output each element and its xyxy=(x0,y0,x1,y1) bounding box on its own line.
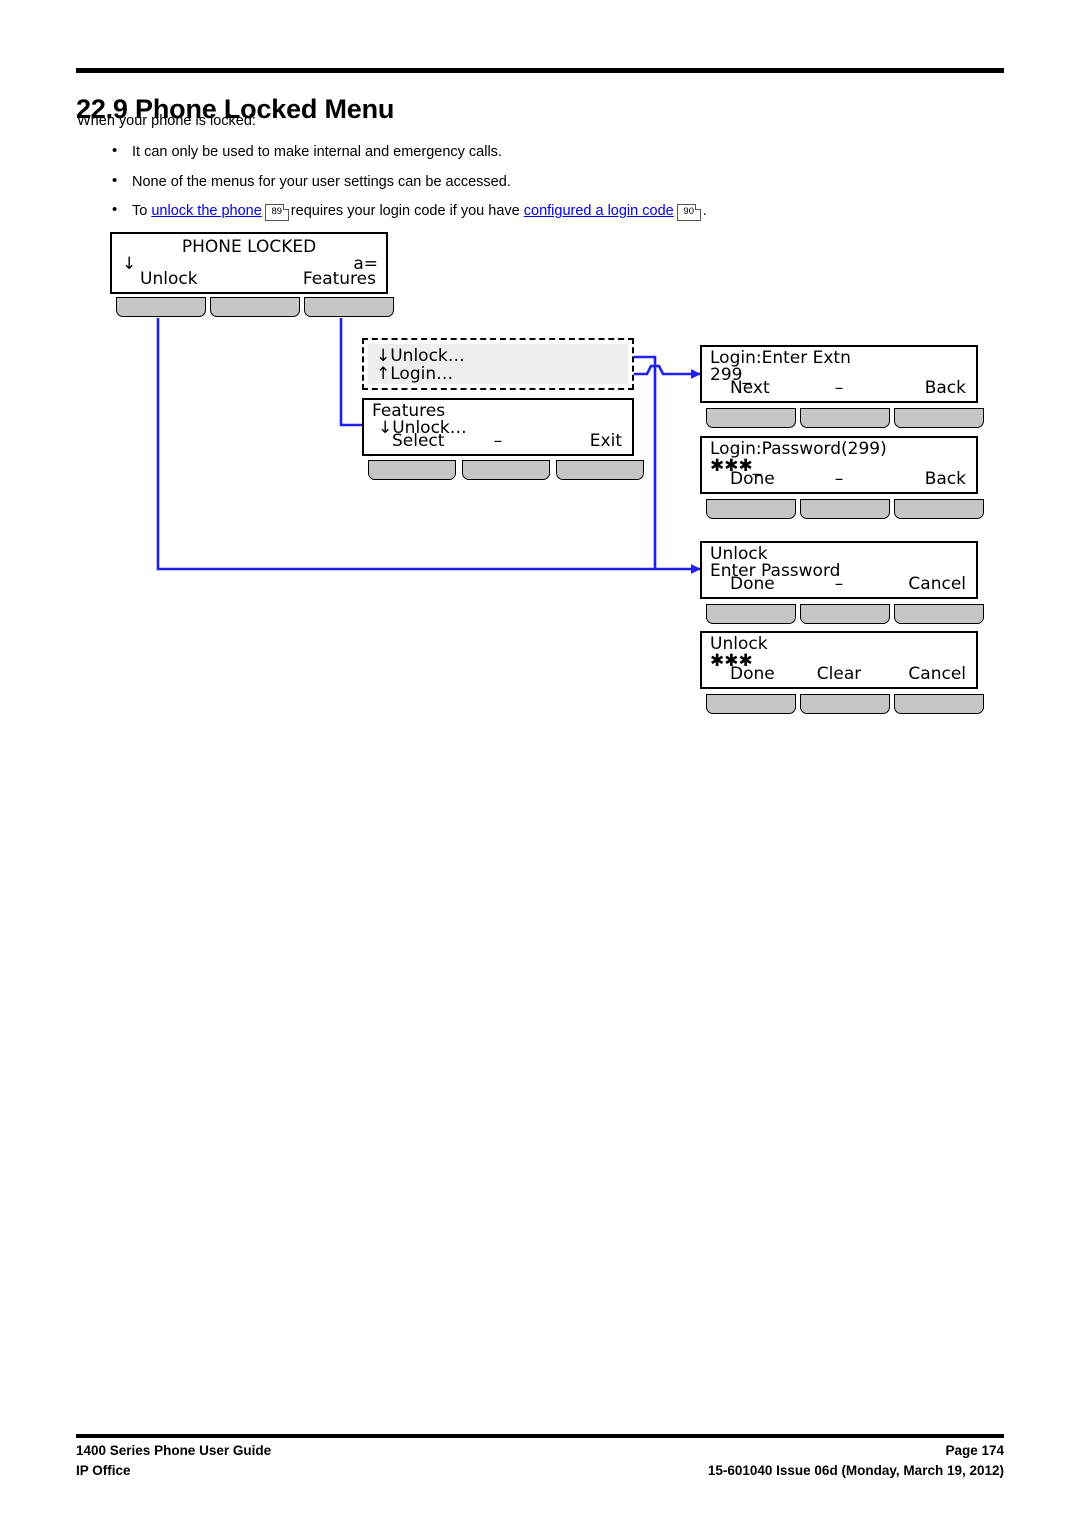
bullet-text-3-prefix: To xyxy=(132,203,152,219)
softkey-3-back[interactable] xyxy=(894,408,984,428)
softkeys-unlock-enter-password xyxy=(700,604,984,624)
lcd-title-unlock: Unlock xyxy=(710,544,768,564)
bullet-item-1: • It can only be used to make internal an… xyxy=(112,143,502,160)
lcd-screen-features-menu: Features ↓Unlock… Select – Exit xyxy=(362,398,634,456)
softkey-label-features: Features xyxy=(302,269,376,289)
footer-product-name: IP Office xyxy=(76,1463,131,1478)
lcd-screen-unlock-login-highlight: ↓Unlock… ↑Login… xyxy=(362,338,634,390)
softkey-2-clear[interactable] xyxy=(800,694,890,714)
softkey-3-cancel[interactable] xyxy=(894,604,984,624)
softkey-labels-phone-locked: Unlock Features xyxy=(112,268,386,290)
softkey-1-done[interactable] xyxy=(706,694,796,714)
lcd-title-features: Features xyxy=(372,401,446,421)
lcd-screen-unlock-password-entered: Unlock ✱✱✱ Done Clear Cancel xyxy=(700,631,978,689)
softkey-label-blank: – xyxy=(834,469,844,489)
bullet-glyph: • xyxy=(112,201,118,218)
lcd-title-login-password: Login:Password(299) xyxy=(710,439,887,459)
softkey-3-cancel[interactable] xyxy=(894,694,984,714)
softkey-label-cancel: Cancel xyxy=(908,574,966,594)
softkey-label-blank: – xyxy=(493,431,503,451)
softkeys-login-password xyxy=(700,499,984,519)
softkey-label-done: Done xyxy=(730,664,775,684)
footer-page-number: Page 174 xyxy=(945,1443,1004,1458)
softkey-label-done: Done xyxy=(730,574,775,594)
softkey-labels-features: Select – Exit xyxy=(364,430,632,452)
bullet-text-3-suffix: . xyxy=(702,203,707,219)
bullet-text-1: It can only be used to make internal and… xyxy=(132,144,502,160)
softkey-label-select: Select xyxy=(392,431,445,451)
softkey-label-blank: – xyxy=(834,574,844,594)
bullet-item-3: • To unlock the phone 89 requires your logi… xyxy=(112,202,707,221)
softkeys-phone-locked xyxy=(110,297,394,317)
softkey-labels-unlock-password-entered: Done Clear Cancel xyxy=(702,663,976,685)
intro-text: When your phone is locked: xyxy=(77,113,256,129)
lcd-title-phone-locked: PHONE LOCKED xyxy=(181,237,317,257)
bullet-text-2: None of the menus for your user settings… xyxy=(132,174,511,190)
header-divider xyxy=(76,68,1004,73)
page-reference-89[interactable]: 89 xyxy=(264,204,289,221)
link-unlock-the-phone[interactable]: unlock the phone xyxy=(151,203,261,219)
softkey-3-features[interactable] xyxy=(304,297,394,317)
menu-item-login[interactable]: ↑Login… xyxy=(376,364,453,384)
link-configured-a-login-code[interactable]: configured a login code xyxy=(524,203,674,219)
lcd-screen-login-enter-extn: Login:Enter Extn 299_ Next – Back xyxy=(700,345,978,403)
softkey-label-blank: – xyxy=(834,378,844,398)
softkey-1-done[interactable] xyxy=(706,499,796,519)
lcd-title-unlock: Unlock xyxy=(710,634,768,654)
text-entry-mode-indicator: a= xyxy=(353,254,378,274)
lcd-screen-login-password: Login:Password(299) ✱✱✱_ Done – Back xyxy=(700,436,978,494)
prompt-enter-password: Enter Password xyxy=(710,561,841,581)
softkey-label-clear: Clear xyxy=(816,664,862,684)
softkey-label-unlock: Unlock xyxy=(140,269,198,289)
softkey-2-blank[interactable] xyxy=(462,460,550,480)
softkey-labels-login-password: Done – Back xyxy=(702,468,976,490)
scroll-down-icon: ↓ xyxy=(122,254,137,274)
softkey-labels-unlock-enter-password: Done – Cancel xyxy=(702,573,976,595)
softkey-label-back: Back xyxy=(924,469,966,489)
extension-entry-value[interactable]: 299_ xyxy=(710,365,751,385)
footer-guide-title: 1400 Series Phone User Guide xyxy=(76,1443,272,1458)
softkey-label-back: Back xyxy=(924,378,966,398)
softkey-label-cancel: Cancel xyxy=(908,664,966,684)
page-reference-90[interactable]: 90 xyxy=(676,204,701,221)
softkey-1-unlock[interactable] xyxy=(116,297,206,317)
lcd-screen-unlock-enter-password: Unlock Enter Password Done – Cancel xyxy=(700,541,978,599)
softkey-2-blank[interactable] xyxy=(210,297,300,317)
softkey-3-back[interactable] xyxy=(894,499,984,519)
softkey-1-select[interactable] xyxy=(368,460,456,480)
document-page: 22.9 Phone Locked Menu When your phone i… xyxy=(0,0,1080,1528)
bullet-text-3-middle: requires your login code if you have xyxy=(290,203,524,219)
bullet-glyph: • xyxy=(112,172,118,189)
softkeys-login-enter-extn xyxy=(700,408,984,428)
softkeys-unlock-password-entered xyxy=(700,694,984,714)
menu-item-unlock[interactable]: ↓Unlock… xyxy=(378,418,467,438)
softkey-label-exit: Exit xyxy=(589,431,622,451)
softkey-labels-login-enter-extn: Next – Back xyxy=(702,377,976,399)
softkey-1-done[interactable] xyxy=(706,604,796,624)
lcd-screen-phone-locked: PHONE LOCKED ↓ a= Unlock Features xyxy=(110,232,388,294)
softkey-2-blank[interactable] xyxy=(800,408,890,428)
highlight-fill xyxy=(368,344,628,384)
softkey-1-next[interactable] xyxy=(706,408,796,428)
menu-item-unlock[interactable]: ↓Unlock… xyxy=(376,346,465,366)
softkey-label-next: Next xyxy=(730,378,770,398)
bullet-glyph: • xyxy=(112,142,118,159)
softkey-2-blank[interactable] xyxy=(800,499,890,519)
lcd-title-login-enter-extn: Login:Enter Extn xyxy=(710,348,851,368)
softkey-2-blank[interactable] xyxy=(800,604,890,624)
footer-divider xyxy=(76,1434,1004,1438)
bullet-item-2: • None of the menus for your user setting… xyxy=(112,173,511,190)
softkeys-features-menu xyxy=(362,460,644,480)
password-entry-masked[interactable]: ✱✱✱ xyxy=(710,651,753,671)
password-entry-masked[interactable]: ✱✱✱_ xyxy=(710,456,761,476)
footer-document-info: 15-601040 Issue 06d (Monday, March 19, 2… xyxy=(707,1463,1004,1478)
softkey-label-done: Done xyxy=(730,469,775,489)
softkey-3-exit[interactable] xyxy=(556,460,644,480)
